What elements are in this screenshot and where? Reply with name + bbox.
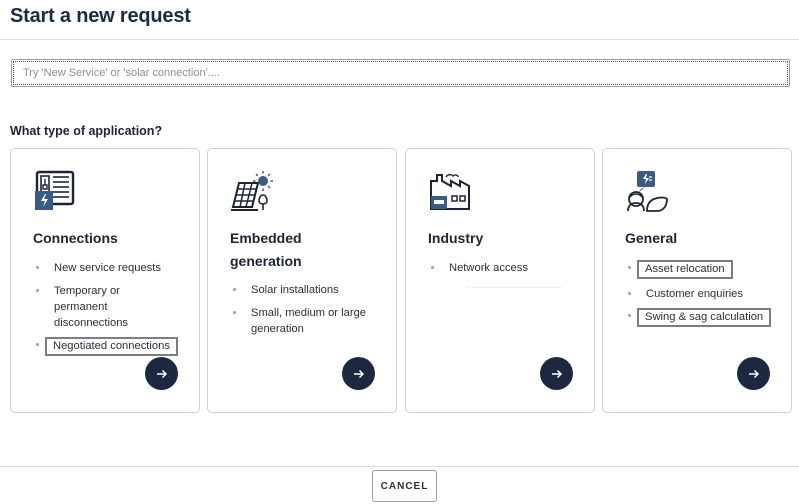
arrow-right-icon <box>748 369 759 378</box>
open-general-button[interactable] <box>737 357 770 390</box>
page-title: Start a new request <box>10 5 191 27</box>
divider <box>466 287 561 290</box>
list-item[interactable]: Solar installations <box>230 282 395 298</box>
card-item-list: Asset relocation Customer enquiries Swin… <box>625 260 790 334</box>
card-title: Embedded generation <box>230 230 302 269</box>
cancel-button[interactable]: CANCEL <box>372 470 437 502</box>
search-box[interactable] <box>11 59 790 87</box>
arrow-right-icon <box>353 369 364 378</box>
electrical-panel-icon <box>35 170 75 210</box>
search-input[interactable] <box>12 60 789 86</box>
application-type-heading: What type of application? <box>10 124 163 138</box>
factory-icon <box>430 173 470 210</box>
open-industry-button[interactable] <box>540 357 573 390</box>
card-item-list: Solar installations Small, medium or lar… <box>230 282 395 343</box>
card-title: General <box>625 230 678 246</box>
card-item-list: New service requests Temporary or perman… <box>33 260 198 363</box>
arrow-right-icon <box>156 369 167 378</box>
list-item[interactable]: Network access <box>428 260 593 276</box>
arrow-right-icon <box>551 369 562 378</box>
general-enquiry-icon <box>627 171 668 212</box>
open-connections-button[interactable] <box>145 357 178 390</box>
card-title: Connections <box>33 230 118 246</box>
card-connections[interactable]: Connections New service requests Tempora… <box>10 148 200 413</box>
open-embedded-generation-button[interactable] <box>342 357 375 390</box>
list-item[interactable]: New service requests <box>33 260 198 276</box>
list-item[interactable]: Asset relocation <box>625 260 790 279</box>
card-general[interactable]: General Asset relocation Customer enquir… <box>602 148 792 413</box>
list-item[interactable]: Small, medium or large generation <box>230 305 375 337</box>
list-item[interactable]: Negotiated connections <box>33 337 198 356</box>
card-embedded-generation[interactable]: Embedded generation Solar installations … <box>207 148 397 413</box>
list-item[interactable]: Swing & sag calculation <box>625 308 790 327</box>
solar-panel-icon <box>231 171 273 211</box>
card-industry[interactable]: Industry Network access <box>405 148 595 413</box>
list-item[interactable]: Temporary or permanent disconnections <box>33 283 143 331</box>
card-item-list: Network access <box>428 260 593 283</box>
page-header: Start a new request <box>0 0 799 40</box>
list-item[interactable]: Customer enquiries <box>625 286 790 302</box>
card-title: Industry <box>428 230 484 246</box>
